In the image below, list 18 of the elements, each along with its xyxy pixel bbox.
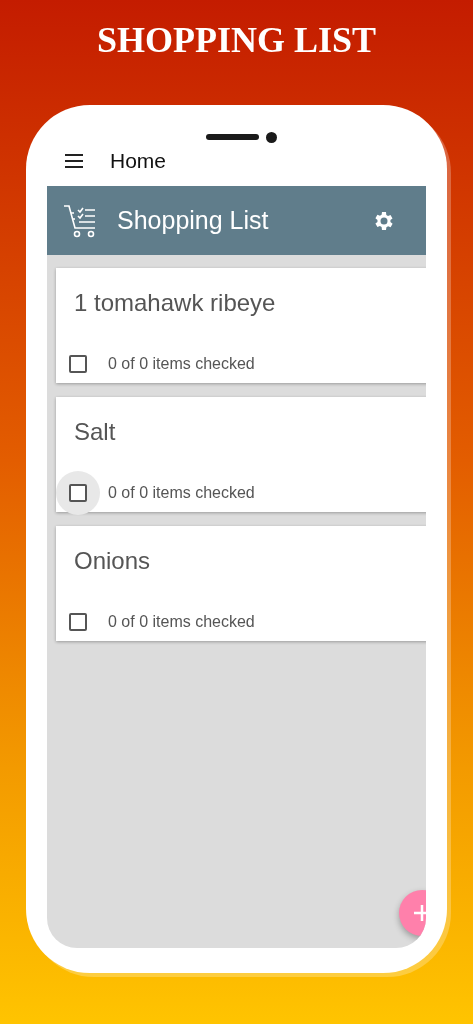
checkbox[interactable]: [69, 484, 87, 502]
checkbox[interactable]: [69, 613, 87, 631]
plus-icon: [413, 904, 426, 922]
list-name[interactable]: 1 tomahawk ribeye: [74, 288, 276, 318]
items-checked-count: 0 of 0 items checked: [108, 484, 255, 502]
camera-dot: [266, 132, 277, 143]
list-card[interactable]: Salt 0 of 0 items checked: [56, 397, 426, 512]
list-name[interactable]: Salt: [74, 417, 116, 447]
list-card[interactable]: 1 tomahawk ribeye 0 of 0 items checked: [56, 268, 426, 383]
speaker-slot: [206, 134, 259, 140]
checkbox[interactable]: [69, 355, 87, 373]
promo-title: SHOPPING LIST: [96, 19, 377, 62]
list-card[interactable]: Onions 0 of 0 items checked: [56, 526, 426, 641]
app-title: Shopping List: [117, 206, 269, 235]
list-name[interactable]: Onions: [74, 546, 151, 576]
items-checked-count: 0 of 0 items checked: [108, 355, 255, 373]
page-title: Home: [110, 148, 167, 173]
items-checked-count: 0 of 0 items checked: [108, 613, 255, 631]
